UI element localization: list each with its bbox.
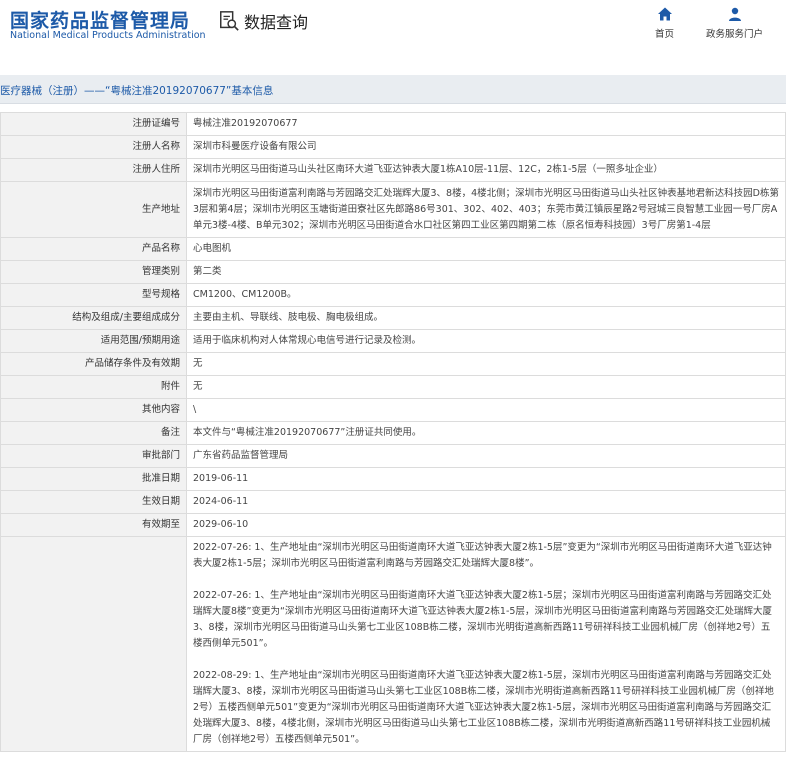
user-icon bbox=[728, 7, 741, 21]
row-label: 产品储存条件及有效期 bbox=[0, 352, 187, 376]
row-label: 注册证编号 bbox=[0, 112, 187, 136]
table-row: 批准日期 2019-06-11 bbox=[0, 467, 786, 491]
row-value: 主要由主机、导联线、肢电极、胸电极组成。 bbox=[186, 306, 786, 330]
row-label: 其他内容 bbox=[0, 398, 187, 422]
breadcrumb: 医疗器械（注册）——“粤械注准20192070677”基本信息 bbox=[0, 85, 274, 97]
nav-portal[interactable]: 政务服务门户 bbox=[706, 6, 763, 40]
table-row: 产品储存条件及有效期无 bbox=[0, 352, 786, 376]
table-row: 注册人名称 深圳市科曼医疗设备有限公司 bbox=[0, 135, 786, 159]
table-row: 审批部门 广东省药品监督管理局 bbox=[0, 444, 786, 468]
row-value: 深圳市光明区马田街道富利南路与芳园路交汇处瑞辉大厦3、8楼，4楼北侧；深圳市光明… bbox=[186, 181, 786, 238]
row-label: 有效期至 bbox=[0, 513, 187, 537]
row-label: 批准日期 bbox=[0, 467, 187, 491]
system-title-group: 数据查询 bbox=[218, 9, 308, 33]
row-value: 无 bbox=[186, 375, 786, 399]
row-value: 深圳市光明区马田街道马山头社区南环大道飞亚达钟表大厦1栋A10层-11层、12C… bbox=[186, 158, 786, 182]
row-value: 2019-06-11 bbox=[186, 467, 786, 491]
table-row: 管理类别 第二类 bbox=[0, 260, 786, 284]
row-label: 适用范围/预期用途 bbox=[0, 329, 187, 353]
row-value: 第二类 bbox=[186, 260, 786, 284]
table-row: 结构及组成/主要组成成分 主要由主机、导联线、肢电极、胸电极组成。 bbox=[0, 306, 786, 330]
row-label: 备注 bbox=[0, 421, 187, 445]
table-row: 生效日期 2024-06-11 bbox=[0, 490, 786, 514]
row-label: 注册人名称 bbox=[0, 135, 187, 159]
row-label: 附件 bbox=[0, 375, 187, 399]
home-icon bbox=[657, 7, 672, 21]
table-row: 有效期至 2029-06-10 bbox=[0, 513, 786, 537]
table-row: 型号规格 CM1200、CM1200B。 bbox=[0, 283, 786, 307]
table-row: 生产地址 深圳市光明区马田街道富利南路与芳园路交汇处瑞辉大厦3、8楼，4楼北侧；深… bbox=[0, 181, 786, 238]
change-entry: 2022-07-26: 1、生产地址由“深圳市光明区马田街道南环大道飞亚达钟表大… bbox=[193, 590, 772, 649]
row-label: 生效日期 bbox=[0, 490, 187, 514]
table-row: 注册证编号 粤械注准20192070677 bbox=[0, 112, 786, 136]
row-value: 粤械注准20192070677 bbox=[186, 112, 786, 136]
table-row: 注册人住所 深圳市光明区马田街道马山头社区南环大道飞亚达钟表大厦1栋A10层-11… bbox=[0, 158, 786, 182]
row-label: 产品名称 bbox=[0, 237, 187, 261]
system-title: 数据查询 bbox=[244, 13, 309, 32]
row-value: 无 bbox=[186, 352, 786, 376]
row-label: 生产地址 bbox=[0, 181, 187, 238]
table-row: 适用范围/预期用途 适用于临床机构对人体常规心电信号进行记录及检测。 bbox=[0, 329, 786, 353]
row-value: 本文件与“粤械注准20192070677”注册证共同使用。 bbox=[186, 421, 786, 445]
row-label: 注册人住所 bbox=[0, 158, 187, 182]
data-query-icon bbox=[220, 11, 239, 31]
row-label: 管理类别 bbox=[0, 260, 187, 284]
table-row: 备注 本文件与“粤械注准20192070677”注册证共同使用。 bbox=[0, 421, 786, 445]
row-value: 广东省药品监督管理局 bbox=[186, 444, 786, 468]
row-value: 2029-06-10 bbox=[186, 513, 786, 537]
row-label: 结构及组成/主要组成成分 bbox=[0, 306, 187, 330]
site-header: 国家药品监督管理局 National Medical Products Admi… bbox=[0, 0, 786, 58]
table-row: 附件无 bbox=[0, 375, 786, 399]
table-row-change-history: 2022-07-26: 1、生产地址由“深圳市光明区马田街道南环大道飞亚达钟表大… bbox=[0, 536, 786, 752]
nav-home[interactable]: 首页 bbox=[655, 6, 674, 40]
row-value: 2024-06-11 bbox=[186, 490, 786, 514]
table-row: 产品名称 心电图机 bbox=[0, 237, 786, 261]
nav-portal-label: 政务服务门户 bbox=[706, 29, 764, 40]
org-name-en[interactable]: National Medical Products Administration bbox=[10, 30, 206, 41]
change-entry: 2022-07-26: 1、生产地址由“深圳市光明区马田街道南环大道飞亚达钟表大… bbox=[193, 542, 772, 569]
breadcrumb-bar: 医疗器械（注册）——“粤械注准20192070677”基本信息 bbox=[0, 75, 786, 104]
row-value: 适用于临床机构对人体常规心电信号进行记录及检测。 bbox=[186, 329, 786, 353]
row-label: 型号规格 bbox=[0, 283, 187, 307]
nav-home-label: 首页 bbox=[655, 29, 675, 40]
row-label-empty bbox=[0, 536, 187, 752]
org-name-cn[interactable]: 国家药品监督管理局 bbox=[10, 6, 190, 33]
change-history: 2022-07-26: 1、生产地址由“深圳市光明区马田街道南环大道飞亚达钟表大… bbox=[186, 536, 786, 752]
row-label: 审批部门 bbox=[0, 444, 187, 468]
registration-info-table: 注册证编号 粤械注准20192070677 注册人名称 深圳市科曼医疗设备有限公司 注册… bbox=[0, 112, 786, 752]
row-value: 深圳市科曼医疗设备有限公司 bbox=[186, 135, 786, 159]
row-value: \ bbox=[186, 398, 786, 422]
row-value: CM1200、CM1200B。 bbox=[186, 283, 786, 307]
row-value: 心电图机 bbox=[186, 237, 786, 261]
table-row: 其他内容 \ bbox=[0, 398, 786, 422]
change-entry: 2022-08-29: 1、生产地址由“深圳市光明区马田街道南环大道飞亚达钟表大… bbox=[193, 670, 774, 745]
